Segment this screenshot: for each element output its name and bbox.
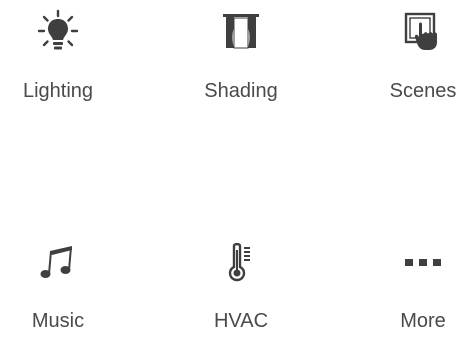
tile-lighting[interactable]: Lighting xyxy=(0,0,133,120)
tile-label: Music xyxy=(31,310,85,332)
more-dots-icon xyxy=(399,238,447,286)
tile-scenes[interactable]: Scenes xyxy=(348,0,462,120)
tile-label: More xyxy=(400,310,446,332)
tile-label: HVAC xyxy=(213,310,269,332)
tile-more[interactable]: More xyxy=(348,230,462,350)
tile-label: Shading xyxy=(204,80,278,102)
tile-shading[interactable]: Shading xyxy=(166,0,316,120)
tile-label: Scenes xyxy=(389,80,457,102)
lightbulb-icon xyxy=(34,8,82,56)
tile-hvac[interactable]: HVAC xyxy=(166,230,316,350)
tile-music[interactable]: Music xyxy=(0,230,133,350)
tile-label: Lighting xyxy=(22,80,94,102)
music-note-icon xyxy=(34,238,82,286)
thermometer-icon xyxy=(217,238,265,286)
curtain-icon xyxy=(217,8,265,56)
touch-hand-icon xyxy=(399,8,447,56)
